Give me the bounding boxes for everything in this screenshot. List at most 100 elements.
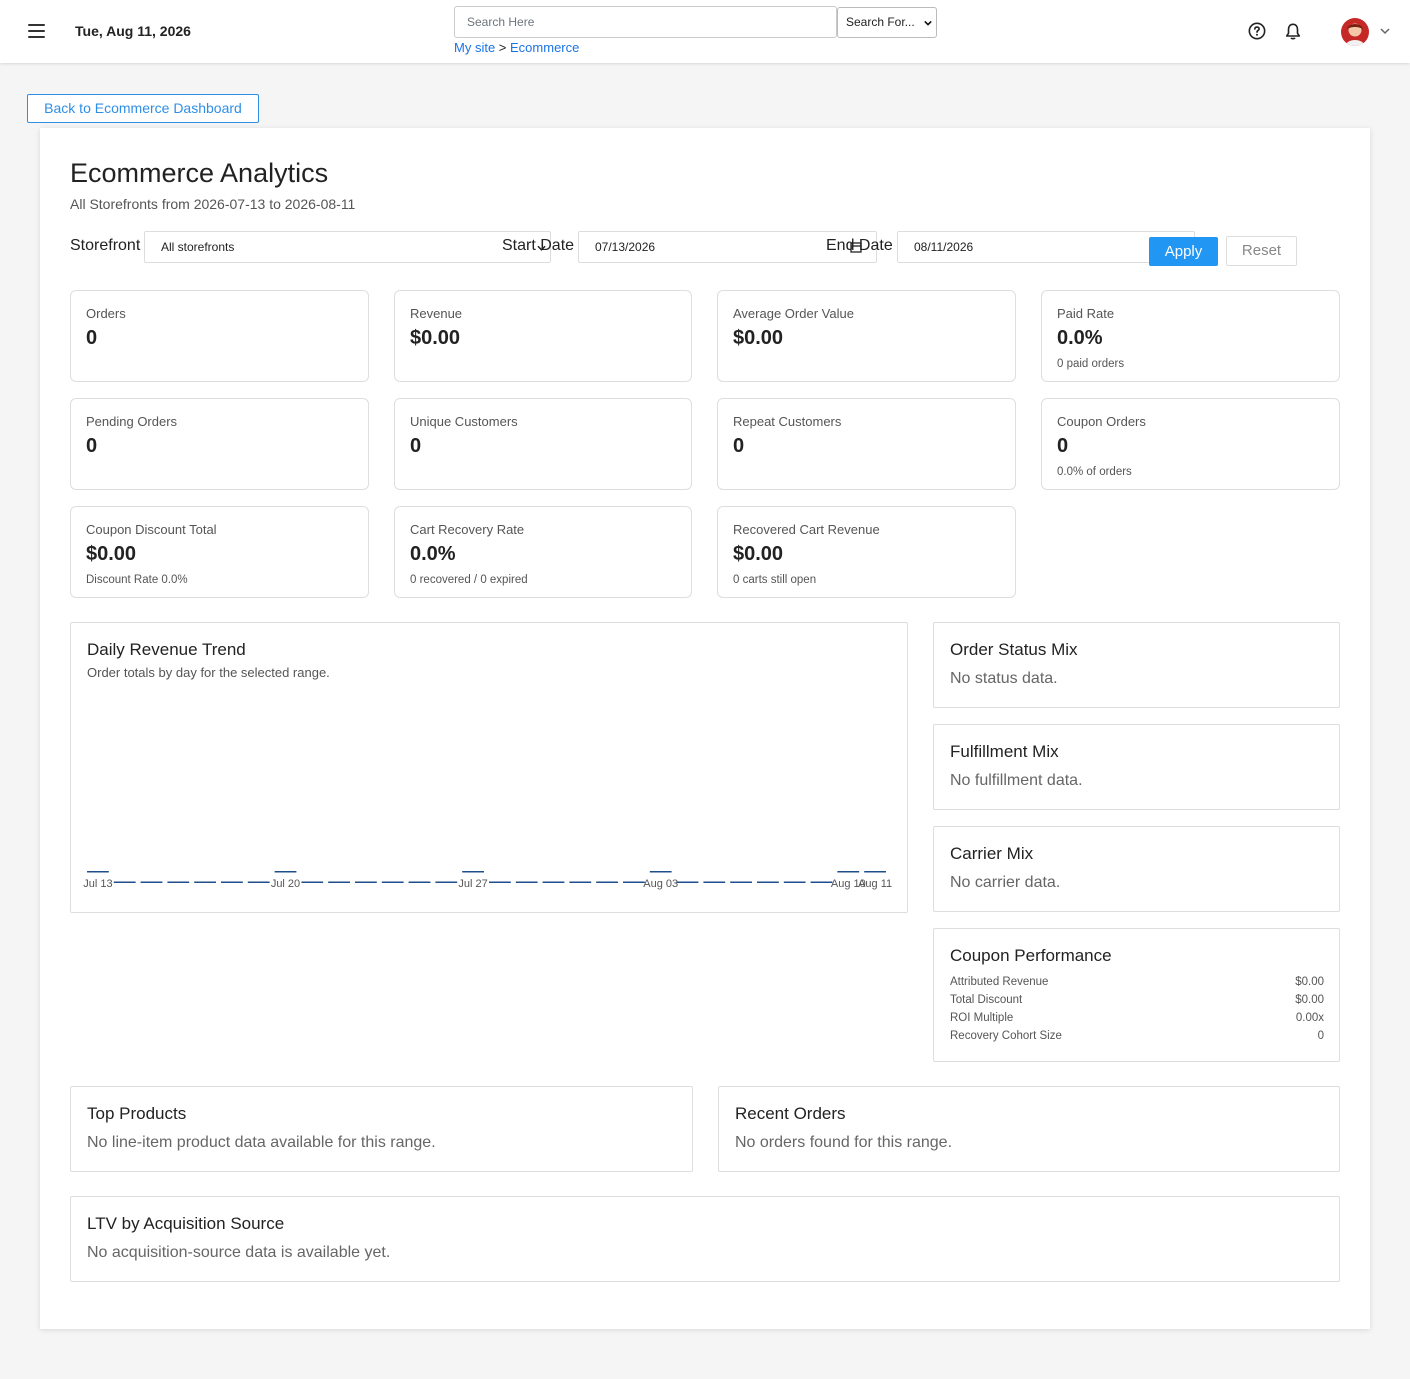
- top-bar: Tue, Aug 11, 2026 Search For... My site …: [0, 0, 1410, 63]
- chart-bar: [676, 881, 699, 883]
- metric-card-orders: Orders 0: [70, 290, 369, 382]
- empty-state-text: No acquisition-source data is available …: [87, 1244, 391, 1261]
- order-status-mix-panel: Order Status Mix No status data.: [933, 622, 1340, 708]
- metric-card-revenue: Revenue $0.00: [394, 290, 692, 382]
- back-to-dashboard-button[interactable]: Back to Ecommerce Dashboard: [27, 94, 259, 123]
- chart-bar: [810, 881, 833, 883]
- recent-orders-panel: Recent Orders No orders found for this r…: [718, 1086, 1340, 1172]
- panel-title: LTV by Acquisition Source: [87, 1214, 285, 1233]
- notification-bell-icon[interactable]: [1284, 22, 1302, 41]
- analytics-card: Ecommerce Analytics All Storefronts from…: [40, 128, 1370, 1329]
- metric-value: 0: [1057, 435, 1069, 457]
- metric-label: Orders: [86, 306, 126, 321]
- page-subtitle: All Storefronts from 2026-07-13 to 2026-…: [70, 196, 356, 212]
- metric-subtext: 0.0% of orders: [1057, 466, 1132, 478]
- panel-title: Recent Orders: [735, 1104, 846, 1123]
- coupon-row-value: $0.00: [1295, 976, 1324, 988]
- chart-bar: [167, 881, 190, 883]
- chart-bar: [569, 881, 592, 883]
- search-scope-select[interactable]: Search For...: [837, 7, 937, 38]
- revenue-trend-chart: Jul 13 Jul 20 Jul 27 Aug 03 Aug 10Aug 11: [83, 871, 892, 890]
- breadcrumb-link-site[interactable]: My site: [454, 40, 495, 55]
- x-tick-label: Aug 11: [858, 878, 892, 890]
- metric-card-cart-recovery-rate: Cart Recovery Rate 0.0% 0 recovered / 0 …: [394, 506, 692, 598]
- storefront-select-value: All storefronts: [161, 240, 235, 254]
- metric-card-coupon-discount-total: Coupon Discount Total $0.00 Discount Rat…: [70, 506, 369, 598]
- coupon-row: Recovery Cohort Size 0: [950, 1030, 1324, 1042]
- panel-title: Order Status Mix: [950, 640, 1078, 659]
- chart-bar: [328, 881, 350, 883]
- chart-bar: [247, 881, 270, 883]
- chart-bar: [515, 881, 538, 883]
- coupon-performance-panel: Coupon Performance Attributed Revenue $0…: [933, 928, 1340, 1062]
- chart-bar: [837, 871, 860, 873]
- help-icon[interactable]: [1248, 22, 1266, 40]
- empty-state-text: No status data.: [950, 670, 1058, 687]
- chart-bar: [703, 881, 726, 883]
- coupon-row-value: 0: [1317, 1030, 1324, 1042]
- apply-button[interactable]: Apply: [1149, 237, 1218, 266]
- metric-value: $0.00: [733, 543, 784, 565]
- coupon-row-label: Total Discount: [950, 994, 1023, 1006]
- empty-state-text: No line-item product data available for …: [87, 1134, 436, 1151]
- top-products-panel: Top Products No line-item product data a…: [70, 1086, 693, 1172]
- panel-title: Fulfillment Mix: [950, 742, 1059, 761]
- metric-subtext: Discount Rate 0.0%: [86, 574, 188, 586]
- metric-value: 0: [86, 435, 98, 457]
- metric-card-paid-rate: Paid Rate 0.0% 0 paid orders: [1041, 290, 1340, 382]
- chart-bar: [864, 871, 886, 873]
- metric-card-coupon-orders: Coupon Orders 0 0.0% of orders: [1041, 398, 1340, 490]
- metric-value: 0: [86, 327, 98, 349]
- coupon-row-value: $0.00: [1295, 994, 1324, 1006]
- coupon-row: Total Discount $0.00: [950, 994, 1324, 1006]
- metric-label: Cart Recovery Rate: [410, 522, 525, 537]
- metric-value: $0.00: [733, 327, 784, 349]
- empty-state-text: No orders found for this range.: [735, 1134, 953, 1151]
- end-date-label: End Date: [826, 237, 893, 254]
- storefront-select[interactable]: All storefronts: [144, 231, 551, 263]
- metric-label: Pending Orders: [86, 414, 178, 429]
- coupon-row-label: Attributed Revenue: [950, 976, 1049, 988]
- daily-revenue-trend-panel: Daily Revenue Trend Order totals by day …: [70, 622, 908, 913]
- metric-card-unique-customers: Unique Customers 0: [394, 398, 692, 490]
- metric-value: 0.0%: [1057, 327, 1103, 349]
- carrier-mix-panel: Carrier Mix No carrier data.: [933, 826, 1340, 912]
- chevron-down-icon[interactable]: [1380, 27, 1390, 35]
- chart-bar: [113, 881, 136, 883]
- chart-bar: [274, 871, 297, 873]
- chart-bar: [757, 881, 779, 883]
- metric-subtext: 0 carts still open: [733, 574, 817, 586]
- end-date-value: 08/11/2026: [914, 240, 974, 254]
- coupon-row: ROI Multiple 0.00x: [950, 1012, 1324, 1024]
- metric-value: 0: [410, 435, 422, 457]
- chart-bar: [355, 881, 377, 883]
- panel-title: Coupon Performance: [950, 946, 1112, 965]
- metric-label: Repeat Customers: [733, 414, 842, 429]
- chart-bar: [301, 881, 324, 883]
- metric-value: 0.0%: [410, 543, 456, 565]
- chart-bar: [623, 881, 645, 883]
- metric-card-pending-orders: Pending Orders 0: [70, 398, 369, 490]
- chart-bar: [194, 881, 216, 883]
- reset-button[interactable]: Reset: [1226, 236, 1297, 266]
- metric-label: Recovered Cart Revenue: [733, 522, 880, 537]
- metric-card-recovered-cart-revenue: Recovered Cart Revenue $0.00 0 carts sti…: [717, 506, 1016, 598]
- user-avatar[interactable]: [1341, 18, 1369, 46]
- page-title: Ecommerce Analytics: [70, 158, 329, 188]
- chart-bar: [489, 881, 511, 883]
- chart-bar: [462, 871, 484, 873]
- metric-value: $0.00: [410, 327, 461, 349]
- search-input[interactable]: [454, 6, 837, 38]
- coupon-row: Attributed Revenue $0.00: [950, 976, 1324, 988]
- metric-label: Paid Rate: [1057, 306, 1115, 321]
- chart-bar: [649, 871, 672, 873]
- empty-state-text: No carrier data.: [950, 874, 1061, 891]
- breadcrumb: My site > Ecommerce: [454, 40, 579, 55]
- metric-label: Coupon Discount Total: [86, 522, 217, 537]
- metric-label: Unique Customers: [410, 414, 518, 429]
- empty-state-text: No fulfillment data.: [950, 772, 1083, 789]
- chart-bar: [381, 881, 404, 883]
- hamburger-menu-icon[interactable]: [28, 24, 45, 38]
- chart-bar: [408, 881, 431, 883]
- breadcrumb-link-ecommerce[interactable]: Ecommerce: [510, 40, 579, 55]
